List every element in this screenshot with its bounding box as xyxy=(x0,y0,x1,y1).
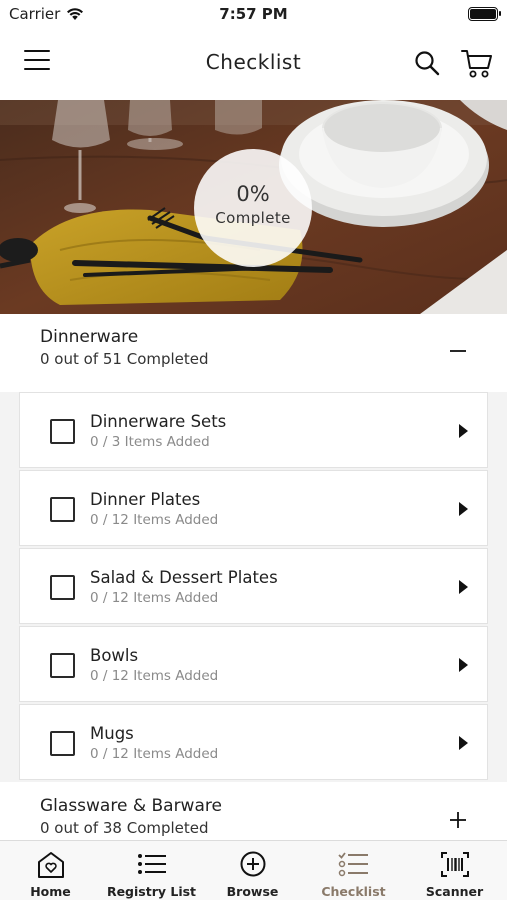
chevron-right-icon xyxy=(459,736,468,750)
progress-indicator: 0% Complete xyxy=(194,149,312,267)
tab-label: Registry List xyxy=(106,884,197,899)
item-checkbox[interactable] xyxy=(50,731,75,756)
item-checkbox[interactable] xyxy=(50,419,75,444)
status-bar: Carrier 7:57 PM xyxy=(0,0,507,30)
tab-checklist[interactable]: Checklist xyxy=(303,841,404,900)
category-name: Glassware & Barware xyxy=(40,796,222,816)
chevron-right-icon xyxy=(459,502,468,516)
plus-icon[interactable] xyxy=(449,811,467,829)
list-item-dinner-plates[interactable]: Dinner Plates 0 / 12 Items Added xyxy=(19,470,488,546)
tab-label: Scanner xyxy=(425,884,484,899)
item-name: Dinnerware Sets xyxy=(90,412,227,431)
list-item-salad-dessert-plates[interactable]: Salad & Dessert Plates 0 / 12 Items Adde… xyxy=(19,548,488,624)
checklist-icon xyxy=(338,852,368,877)
progress-label: Complete xyxy=(215,209,291,227)
hero-banner: 0% Complete xyxy=(0,100,507,314)
tab-label: Browse xyxy=(226,884,279,899)
tab-browse[interactable]: Browse xyxy=(202,841,303,900)
item-name: Salad & Dessert Plates xyxy=(90,568,278,587)
chevron-right-icon xyxy=(459,424,468,438)
progress-percent: 0% xyxy=(236,182,270,206)
plus-circle-icon xyxy=(240,851,266,877)
list-item-bowls[interactable]: Bowls 0 / 12 Items Added xyxy=(19,626,488,702)
chevron-right-icon xyxy=(459,580,468,594)
tab-registry-list[interactable]: Registry List xyxy=(101,841,202,900)
item-checkbox[interactable] xyxy=(50,497,75,522)
category-status: 0 out of 51 Completed xyxy=(40,350,209,368)
tab-scanner[interactable]: Scanner xyxy=(404,841,505,900)
category-header-dinnerware[interactable]: Dinnerware 0 out of 51 Completed xyxy=(0,314,507,392)
list-item-dinnerware-sets[interactable]: Dinnerware Sets 0 / 3 Items Added xyxy=(19,392,488,468)
item-checkbox[interactable] xyxy=(50,653,75,678)
navigation-bar: Checklist xyxy=(0,30,507,100)
tab-label: Home xyxy=(30,884,71,899)
category-name: Dinnerware xyxy=(40,327,139,347)
minus-icon[interactable] xyxy=(449,342,467,360)
item-count: 0 / 3 Items Added xyxy=(90,434,210,450)
tab-bar: Home Registry List Browse Checklist Scan… xyxy=(0,840,507,900)
list-icon xyxy=(138,854,166,874)
item-count: 0 / 12 Items Added xyxy=(90,590,219,606)
battery-icon xyxy=(468,7,501,21)
cart-icon[interactable] xyxy=(460,46,494,80)
chevron-right-icon xyxy=(459,658,468,672)
category-status: 0 out of 38 Completed xyxy=(40,819,209,837)
search-icon[interactable] xyxy=(414,50,440,76)
status-time: 7:57 PM xyxy=(219,5,288,23)
tab-home[interactable]: Home xyxy=(0,841,101,900)
item-checkbox[interactable] xyxy=(50,575,75,600)
item-count: 0 / 12 Items Added xyxy=(90,512,219,528)
dinnerware-items-list: Dinnerware Sets 0 / 3 Items Added Dinner… xyxy=(0,392,507,782)
item-count: 0 / 12 Items Added xyxy=(90,668,219,684)
barcode-scanner-icon xyxy=(441,852,469,877)
item-name: Dinner Plates xyxy=(90,490,201,509)
item-count: 0 / 12 Items Added xyxy=(90,746,219,762)
tab-label: Checklist xyxy=(321,884,386,899)
home-icon xyxy=(38,852,64,878)
item-name: Bowls xyxy=(90,646,139,665)
list-item-mugs[interactable]: Mugs 0 / 12 Items Added xyxy=(19,704,488,780)
item-name: Mugs xyxy=(90,724,134,743)
